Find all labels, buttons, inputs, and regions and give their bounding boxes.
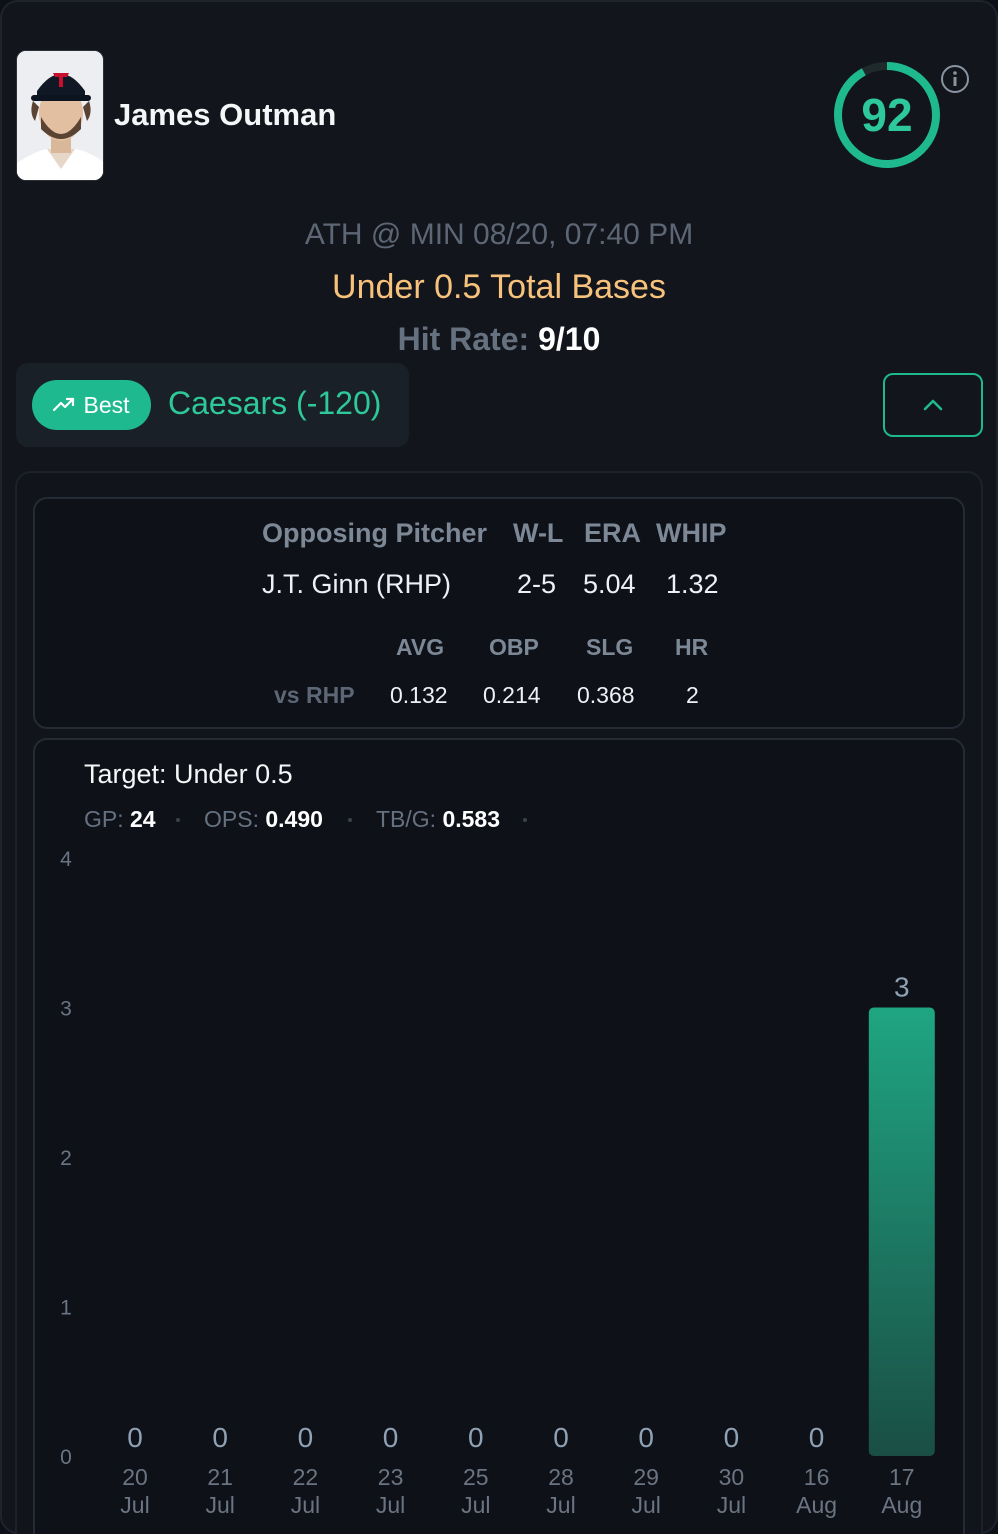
- bar[interactable]: [868, 1007, 935, 1457]
- x-tick-month: Aug: [881, 1492, 922, 1518]
- x-tick-month: Jul: [291, 1492, 320, 1518]
- x-tick-day: 17: [889, 1464, 915, 1490]
- x-tick-month: Jul: [461, 1492, 490, 1518]
- x-tick-month: Jul: [376, 1492, 405, 1518]
- bar-value-label: 0: [383, 1422, 399, 1453]
- y-tick-label: 0: [60, 1446, 72, 1469]
- total-bases-bar-chart: 01234020Jul021Jul022Jul023Jul025Jul028Ju…: [60, 848, 935, 1518]
- x-tick-month: Jul: [120, 1492, 149, 1518]
- x-tick-month: Jul: [546, 1492, 575, 1518]
- x-tick-day: 30: [719, 1464, 745, 1490]
- y-tick-label: 3: [60, 998, 72, 1021]
- x-tick-month: Jul: [631, 1492, 660, 1518]
- x-tick-day: 20: [122, 1464, 148, 1490]
- bar-value-label: 3: [894, 972, 910, 1003]
- x-tick-day: 23: [378, 1464, 404, 1490]
- x-tick-day: 21: [207, 1464, 233, 1490]
- x-tick-day: 25: [463, 1464, 489, 1490]
- y-tick-label: 2: [60, 1147, 72, 1170]
- bar-value-label: 0: [638, 1422, 654, 1453]
- bar-value-label: 0: [468, 1422, 484, 1453]
- x-tick-day: 22: [293, 1464, 319, 1490]
- bar-value-label: 0: [298, 1422, 314, 1453]
- x-tick-month: Jul: [205, 1492, 234, 1518]
- y-tick-label: 4: [60, 848, 72, 871]
- x-tick-day: 29: [633, 1464, 659, 1490]
- bar-value-label: 0: [553, 1422, 569, 1453]
- x-tick-month: Jul: [717, 1492, 746, 1518]
- bar-value-label: 0: [724, 1422, 740, 1453]
- x-tick-month: Aug: [796, 1492, 837, 1518]
- x-tick-day: 28: [548, 1464, 574, 1490]
- y-tick-label: 1: [60, 1297, 72, 1320]
- bar-value-label: 0: [212, 1422, 228, 1453]
- bar-value-label: 0: [127, 1422, 143, 1453]
- bar-value-label: 0: [809, 1422, 825, 1453]
- x-tick-day: 16: [804, 1464, 830, 1490]
